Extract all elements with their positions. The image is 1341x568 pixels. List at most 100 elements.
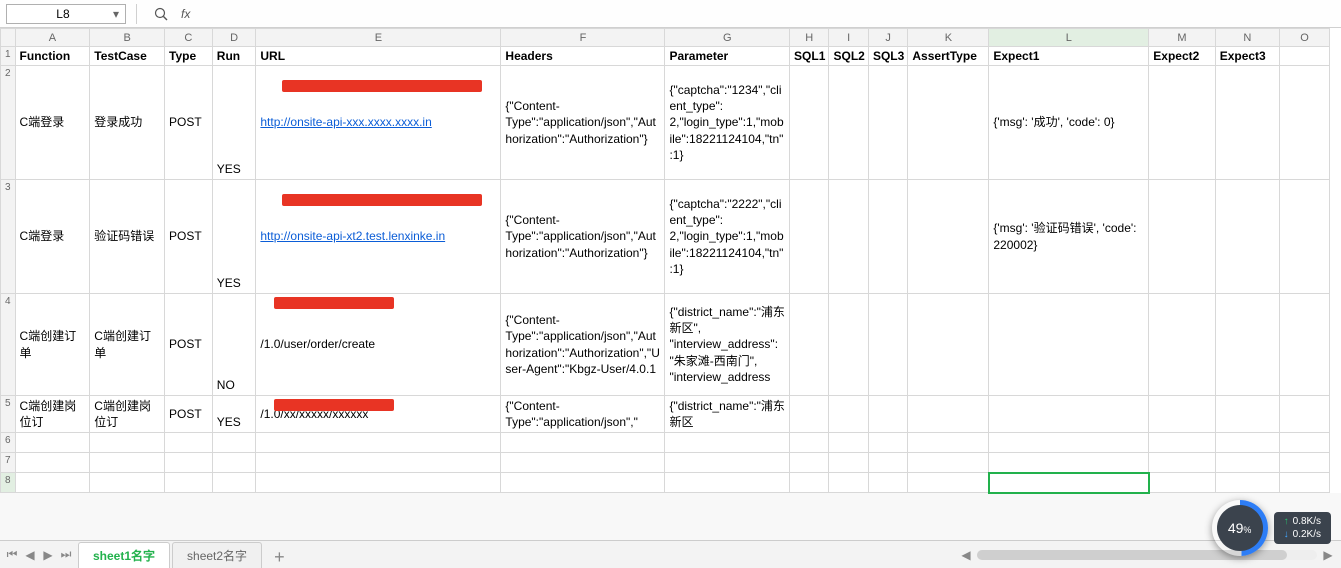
col-header-N[interactable]: N [1215,29,1279,47]
header-cell[interactable]: Expect1 [989,47,1149,66]
cell-B3[interactable]: 验证码错误 [90,180,165,294]
cell-K7[interactable] [908,453,989,473]
scroll-left-icon[interactable]: ◀ [959,548,973,562]
row-header[interactable]: 8 [1,473,16,493]
cell-G8[interactable] [665,473,790,493]
cell-I6[interactable] [829,433,868,453]
cell-O3[interactable] [1280,180,1330,294]
cell-M6[interactable] [1149,433,1215,453]
cell-H2[interactable] [790,66,829,180]
url-link[interactable]: http://onsite-api-xxx.xxxx.xxxx.in [260,115,431,129]
cell-D6[interactable] [212,433,256,453]
col-header-L[interactable]: L [989,29,1149,47]
cell-N2[interactable] [1215,66,1279,180]
tab-first-icon[interactable]: ⏮ [4,545,20,565]
cell-K3[interactable] [908,180,989,294]
cell-E8[interactable] [256,473,501,493]
header-cell[interactable]: SQL2 [829,47,868,66]
cell-A3[interactable]: C端登录 [15,180,90,294]
cell-F3[interactable]: {"Content-Type":"application/json","Auth… [501,180,665,294]
cell-C8[interactable] [165,473,213,493]
cell-L6[interactable] [989,433,1149,453]
header-cell[interactable]: AssertType [908,47,989,66]
cell-C2[interactable]: POST [165,66,213,180]
header-cell[interactable]: Function [15,47,90,66]
cell-E4[interactable]: /1.0/user/order/create [256,294,501,396]
cell-F6[interactable] [501,433,665,453]
cell-M2[interactable] [1149,66,1215,180]
cell-H7[interactable] [790,453,829,473]
tab-last-icon[interactable]: ⏭ [58,545,74,565]
cell-C5[interactable]: POST [165,396,213,433]
cell-D7[interactable] [212,453,256,473]
cell-B8[interactable] [90,473,165,493]
row-header[interactable]: 7 [1,453,16,473]
row-header[interactable]: 1 [1,47,16,66]
cell-N5[interactable] [1215,396,1279,433]
cell-B4[interactable]: C端创建订单 [90,294,165,396]
row-header[interactable]: 5 [1,396,16,433]
col-header-E[interactable]: E [256,29,501,47]
cell-D8[interactable] [212,473,256,493]
cell-K5[interactable] [908,396,989,433]
cell-A4[interactable]: C端创建订单 [15,294,90,396]
col-header-I[interactable]: I [829,29,868,47]
cell-M8[interactable] [1149,473,1215,493]
header-cell[interactable]: SQL1 [790,47,829,66]
cell-F5[interactable]: {"Content-Type":"application/json"," [501,396,665,433]
cell-A7[interactable] [15,453,90,473]
cell-H8[interactable] [790,473,829,493]
col-header-M[interactable]: M [1149,29,1215,47]
cell-I4[interactable] [829,294,868,396]
chevron-down-icon[interactable]: ▾ [113,7,119,21]
cell-L4[interactable] [989,294,1149,396]
cell-O5[interactable] [1280,396,1330,433]
cell-L3[interactable]: {'msg': '验证码错误', 'code': 220002} [989,180,1149,294]
cell-J5[interactable] [868,396,907,433]
col-header-C[interactable]: C [165,29,213,47]
cell-E2[interactable]: http://onsite-api-xxx.xxxx.xxxx.in [256,66,501,180]
tab-prev-icon[interactable]: ◀ [22,545,38,565]
row-header[interactable]: 6 [1,433,16,453]
cell-J7[interactable] [868,453,907,473]
cell-D3[interactable]: YES [212,180,256,294]
cell-D2[interactable]: YES [212,66,256,180]
cell-M4[interactable] [1149,294,1215,396]
header-cell[interactable] [1280,47,1330,66]
cell-D5[interactable]: YES [212,396,256,433]
cell-L7[interactable] [989,453,1149,473]
cell-E6[interactable] [256,433,501,453]
cell-B2[interactable]: 登录成功 [90,66,165,180]
header-cell[interactable]: TestCase [90,47,165,66]
col-header-K[interactable]: K [908,29,989,47]
col-header-H[interactable]: H [790,29,829,47]
header-cell[interactable]: Expect2 [1149,47,1215,66]
cell-K2[interactable] [908,66,989,180]
cell-M7[interactable] [1149,453,1215,473]
cell-O7[interactable] [1280,453,1330,473]
formula-input[interactable] [196,4,1335,24]
header-cell[interactable]: Parameter [665,47,790,66]
tab-next-icon[interactable]: ▶ [40,545,56,565]
cell-E7[interactable] [256,453,501,473]
cell-N6[interactable] [1215,433,1279,453]
cell-J3[interactable] [868,180,907,294]
cell-I8[interactable] [829,473,868,493]
cell-N3[interactable] [1215,180,1279,294]
cell-A5[interactable]: C端创建岗位订 [15,396,90,433]
row-header[interactable]: 3 [1,180,16,294]
cell-H4[interactable] [790,294,829,396]
cell-E5[interactable]: /1.0/xx/xxxxx/xxxxxx [256,396,501,433]
col-header-B[interactable]: B [90,29,165,47]
cell-N8[interactable] [1215,473,1279,493]
cell-I5[interactable] [829,396,868,433]
cell-B7[interactable] [90,453,165,473]
url-link[interactable]: http://onsite-api-xt2.test.lenxinke.in [260,229,445,243]
header-cell[interactable]: Run [212,47,256,66]
cell-F4[interactable]: {"Content-Type":"application/json","Auth… [501,294,665,396]
cell-B6[interactable] [90,433,165,453]
cell-H3[interactable] [790,180,829,294]
cell-G2[interactable]: {"captcha":"1234","client_type": 2,"logi… [665,66,790,180]
col-header-O[interactable]: O [1280,29,1330,47]
cell-J8[interactable] [868,473,907,493]
